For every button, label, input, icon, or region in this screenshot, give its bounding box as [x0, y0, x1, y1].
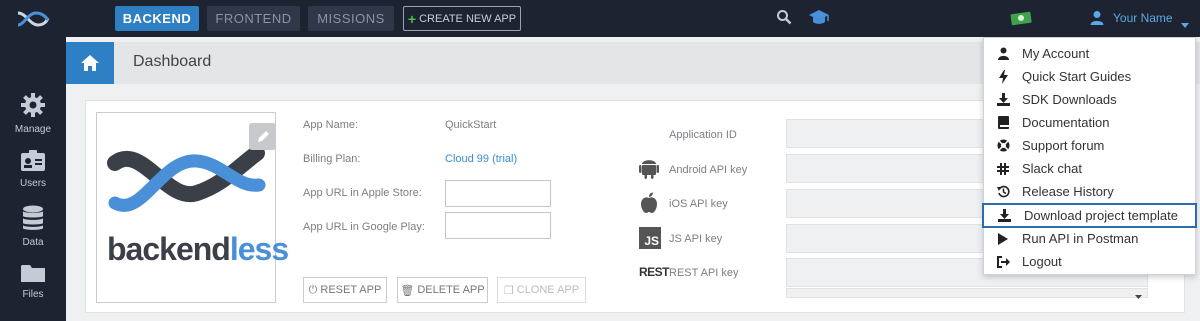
menu-item-slack-chat[interactable]: Slack chat — [984, 157, 1195, 180]
menu-item-label: My Account — [1022, 46, 1090, 61]
gear-icon — [0, 92, 66, 121]
chevron-down-icon[interactable] — [1181, 15, 1189, 33]
download-icon — [984, 209, 1024, 222]
page-title: Dashboard — [133, 53, 212, 70]
sidebar-label: Data — [22, 237, 44, 248]
sidebar-item-users[interactable]: Users — [0, 150, 66, 189]
app-name-value: QuickStart — [445, 119, 497, 131]
chevron-down-icon[interactable] — [1135, 287, 1142, 305]
home-icon — [81, 55, 99, 71]
tab-frontend[interactable]: FRONTEND — [207, 6, 300, 31]
book-icon — [984, 116, 1022, 129]
menu-item-quick-start[interactable]: Quick Start Guides — [984, 65, 1195, 88]
folder-icon — [0, 263, 66, 286]
menu-item-documentation[interactable]: Documentation — [984, 111, 1195, 134]
lifebuoy-icon — [984, 139, 1022, 152]
menu-item-label: Logout — [1022, 254, 1062, 269]
tab-backend[interactable]: BACKEND — [115, 6, 199, 31]
bolt-icon — [984, 69, 1022, 84]
android-icon — [639, 157, 659, 184]
menu-item-run-api-postman[interactable]: Run API in Postman — [984, 227, 1195, 250]
user-icon — [984, 47, 1022, 60]
menu-item-label: Slack chat — [1022, 161, 1082, 176]
js-api-key-label: JS API key — [669, 233, 723, 245]
power-icon: ⏻ — [308, 283, 318, 296]
sidebar-item-files[interactable]: Files — [0, 263, 66, 300]
app-name-label: App Name: — [303, 119, 359, 131]
graduation-cap-icon[interactable] — [808, 9, 830, 31]
ios-api-key-label: iOS API key — [669, 198, 728, 210]
create-new-app-button[interactable]: + CREATE NEW APP — [403, 6, 521, 31]
menu-item-label: Download project template — [1024, 208, 1178, 223]
history-icon — [984, 185, 1022, 198]
money-icon[interactable] — [1010, 10, 1032, 31]
menu-item-release-history[interactable]: Release History — [984, 180, 1195, 203]
menu-item-label: Documentation — [1022, 115, 1110, 130]
plus-icon: + — [407, 10, 417, 27]
copy-icon: ❐ — [503, 284, 514, 297]
rest-api-key-label: REST API key — [669, 267, 739, 279]
user-avatar-icon[interactable] — [1090, 10, 1104, 31]
clone-app-label: CLONE APP — [516, 284, 580, 296]
menu-item-label: Release History — [1022, 184, 1114, 199]
rest-icon: REST — [639, 265, 670, 279]
sidebar-label: Users — [19, 178, 47, 189]
play-icon — [984, 232, 1022, 245]
pencil-icon — [257, 130, 269, 142]
user-dropdown-menu: My Account Quick Start Guides SDK Downlo… — [982, 37, 1197, 275]
menu-item-sdk-downloads[interactable]: SDK Downloads — [984, 88, 1195, 111]
menu-item-logout[interactable]: Logout — [984, 250, 1195, 273]
database-icon — [0, 205, 66, 234]
application-id-label: Application ID — [669, 129, 737, 141]
billing-plan-label: Billing Plan: — [303, 153, 361, 165]
api-key-select[interactable] — [786, 288, 1148, 298]
logout-icon — [984, 255, 1022, 268]
billing-plan-link[interactable]: Cloud 99 (trial) — [445, 153, 517, 165]
user-name-menu[interactable]: Your Name — [1113, 11, 1173, 25]
search-icon[interactable] — [776, 9, 792, 30]
apple-icon — [639, 192, 659, 219]
google-play-url-label: App URL in Google Play: — [303, 221, 425, 233]
reset-app-label: RESET APP — [320, 284, 382, 296]
menu-item-download-project-template[interactable]: Download project template — [982, 203, 1197, 228]
delete-app-button[interactable]: 🗑 DELETE APP — [397, 277, 488, 303]
edit-logo-button[interactable] — [249, 123, 276, 150]
js-icon: JS — [639, 227, 661, 249]
reset-app-button[interactable]: ⏻ RESET APP — [303, 277, 387, 303]
slack-icon — [984, 162, 1022, 175]
backendless-logo-icon[interactable] — [0, 0, 66, 37]
google-play-url-input[interactable] — [445, 212, 551, 239]
tab-missions[interactable]: MISSIONS — [308, 6, 394, 31]
android-api-key-label: Android API key — [669, 164, 748, 176]
sidebar-label: Manage — [14, 124, 52, 135]
clone-app-button[interactable]: ❐ CLONE APP — [497, 277, 586, 303]
menu-item-label: Quick Start Guides — [1022, 69, 1132, 84]
trash-icon: 🗑 — [400, 284, 415, 297]
logo-text: backendless — [107, 231, 289, 267]
download-icon — [984, 93, 1022, 106]
menu-item-label: SDK Downloads — [1022, 92, 1117, 107]
menu-item-label: Support forum — [1022, 138, 1105, 153]
menu-item-my-account[interactable]: My Account — [984, 42, 1195, 65]
create-new-app-label: CREATE NEW APP — [419, 12, 517, 25]
users-icon — [0, 150, 66, 175]
menu-item-support-forum[interactable]: Support forum — [984, 134, 1195, 157]
apple-store-url-label: App URL in Apple Store: — [303, 187, 422, 199]
home-button[interactable] — [66, 42, 114, 84]
apple-store-url-input[interactable] — [445, 180, 551, 207]
delete-app-label: DELETE APP — [417, 284, 485, 296]
sidebar-item-manage[interactable]: Manage — [0, 92, 66, 135]
sidebar-item-data[interactable]: Data — [0, 205, 66, 248]
sidebar-label: Files — [22, 289, 44, 300]
menu-item-label: Run API in Postman — [1022, 231, 1139, 246]
